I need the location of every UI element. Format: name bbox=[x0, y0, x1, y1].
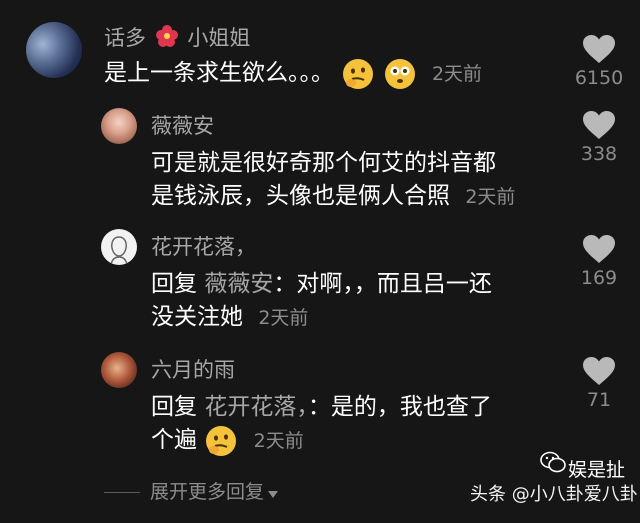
like-button[interactable]: 338 bbox=[568, 110, 630, 166]
like-count: 169 bbox=[580, 267, 618, 289]
like-count: 338 bbox=[580, 143, 618, 165]
reply-body: 个遍 bbox=[151, 427, 197, 453]
reply-body: ：对啊，，而且吕一还 bbox=[273, 271, 492, 297]
reply-text-line1: 回复 花开花落，：是的，我也查了 bbox=[151, 390, 492, 424]
heart-icon bbox=[583, 111, 615, 139]
reply-text-line2: 个遍 2天前 bbox=[151, 423, 304, 458]
comment-username[interactable]: 话多 小姐姐 bbox=[104, 24, 250, 54]
divider bbox=[104, 492, 140, 493]
like-count: 71 bbox=[586, 389, 612, 411]
reply-body: 是钱泳辰，头像也是俩人合照 bbox=[151, 183, 450, 209]
timestamp: 2天前 bbox=[258, 307, 309, 329]
comment-body: 是上一条求生欲么。。。 bbox=[104, 60, 334, 86]
wechat-icon bbox=[540, 451, 566, 473]
sketch-portrait-icon bbox=[110, 236, 128, 265]
comment-section: 话多 小姐姐 是上一条求生欲么。。。 2天前 6150 薇薇安 可是就是很好奇那… bbox=[0, 0, 640, 523]
reply-mention[interactable]: 花开花落， bbox=[204, 394, 308, 420]
avatar[interactable] bbox=[26, 22, 82, 78]
expand-replies-button[interactable]: 展开更多回复 bbox=[104, 477, 279, 504]
reply-text-line2: 是钱泳辰，头像也是俩人合照 2天前 bbox=[151, 179, 515, 214]
heart-icon bbox=[583, 235, 615, 263]
reply-prefix: 回复 bbox=[151, 394, 197, 420]
thinking-face-emoji bbox=[343, 58, 374, 89]
timestamp: 2天前 bbox=[431, 63, 483, 85]
reply-text-line2: 没关注她 2天前 bbox=[151, 300, 308, 335]
comment-text: 是上一条求生欲么。。。 2天前 bbox=[104, 56, 482, 91]
avatar[interactable] bbox=[101, 108, 137, 144]
username-text: 话多 bbox=[104, 26, 146, 50]
like-button[interactable]: 169 bbox=[568, 234, 630, 290]
reply-username[interactable]: 薇薇安 bbox=[151, 113, 214, 139]
reply-text-line1: 回复 薇薇安：对啊，，而且吕一还 bbox=[151, 267, 492, 301]
reply-body: ：是的，我也查了 bbox=[307, 394, 492, 420]
reply-body: 没关注她 bbox=[151, 304, 243, 330]
flushed-face-emoji bbox=[384, 58, 415, 89]
timestamp: 2天前 bbox=[465, 186, 516, 208]
caret-down-icon bbox=[267, 482, 279, 504]
heart-icon bbox=[583, 35, 615, 63]
reply-text-line1: 可是就是很好奇那个何艾的抖音都 bbox=[151, 150, 496, 176]
reply-mention[interactable]: 薇薇安 bbox=[204, 271, 273, 297]
thinking-face-emoji bbox=[206, 425, 237, 456]
like-button[interactable]: 6150 bbox=[568, 34, 630, 90]
reply-username[interactable]: 花开花落， bbox=[151, 234, 256, 260]
username-suffix: 小姐姐 bbox=[187, 26, 251, 50]
avatar[interactable] bbox=[101, 352, 137, 388]
expand-label: 展开更多回复 bbox=[150, 481, 265, 503]
hibiscus-flower-icon bbox=[155, 24, 179, 54]
reply-username[interactable]: 六月的雨 bbox=[151, 357, 235, 383]
heart-icon bbox=[583, 357, 615, 385]
like-button[interactable]: 71 bbox=[568, 356, 630, 412]
watermark-text: 头条 @小八卦爱八卦 bbox=[470, 484, 638, 505]
watermark-brand: 娱是扯 bbox=[568, 459, 626, 481]
like-count: 6150 bbox=[574, 67, 624, 89]
avatar[interactable] bbox=[101, 229, 137, 265]
timestamp: 2天前 bbox=[253, 430, 304, 452]
reply-prefix: 回复 bbox=[151, 271, 197, 297]
